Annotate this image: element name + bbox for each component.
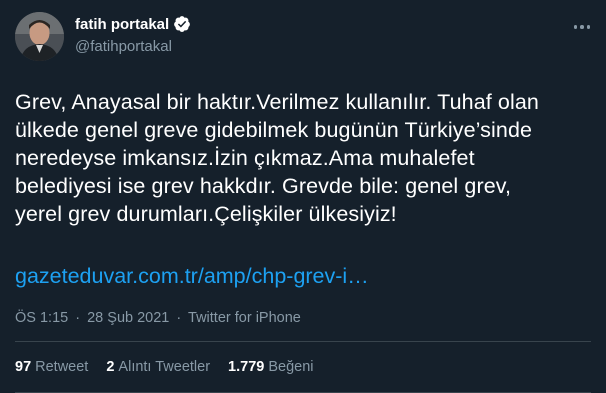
- tweet-text: Grev, Anayasal bir haktır.Verilmez kulla…: [15, 90, 539, 226]
- divider: [15, 341, 591, 342]
- author-display-name[interactable]: fatih portakal: [75, 16, 169, 33]
- quotes-stat[interactable]: 2 Alıntı Tweetler: [106, 359, 210, 375]
- retweets-label: Retweet: [35, 359, 89, 375]
- engagement-stats: 97 Retweet 2 Alıntı Tweetler 1.779 Beğen…: [15, 359, 313, 375]
- retweets-count: 97: [15, 359, 32, 375]
- likes-stat[interactable]: 1.779 Beğeni: [228, 359, 313, 375]
- meta-separator: ·: [176, 310, 182, 326]
- likes-label: Beğeni: [268, 359, 314, 375]
- author-name-row[interactable]: fatih portakal: [75, 15, 191, 33]
- tweet-card: fatih portakal @fatihportakal Grev, Anay…: [0, 0, 606, 393]
- more-options-icon[interactable]: [572, 22, 592, 32]
- likes-count: 1.779: [228, 359, 265, 375]
- quotes-label: Alıntı Tweetler: [118, 359, 211, 375]
- verified-badge-icon: [173, 15, 191, 33]
- avatar[interactable]: [15, 12, 64, 61]
- tweet-date[interactable]: 28 Şub 2021: [87, 310, 169, 326]
- quotes-count: 2: [106, 359, 115, 375]
- tweet-source[interactable]: Twitter for iPhone: [188, 310, 301, 326]
- tweet-time[interactable]: ÖS 1:15: [15, 310, 68, 326]
- avatar-image: [15, 12, 64, 61]
- meta-separator: ·: [75, 310, 81, 326]
- tweet-metadata: ÖS 1:15 · 28 Şub 2021 · Twitter for iPho…: [15, 310, 301, 326]
- tweet-link[interactable]: gazeteduvar.com.tr/amp/chp-grev-i…: [15, 264, 369, 289]
- retweets-stat[interactable]: 97 Retweet: [15, 359, 88, 375]
- author-handle[interactable]: @fatihportakal: [75, 38, 172, 55]
